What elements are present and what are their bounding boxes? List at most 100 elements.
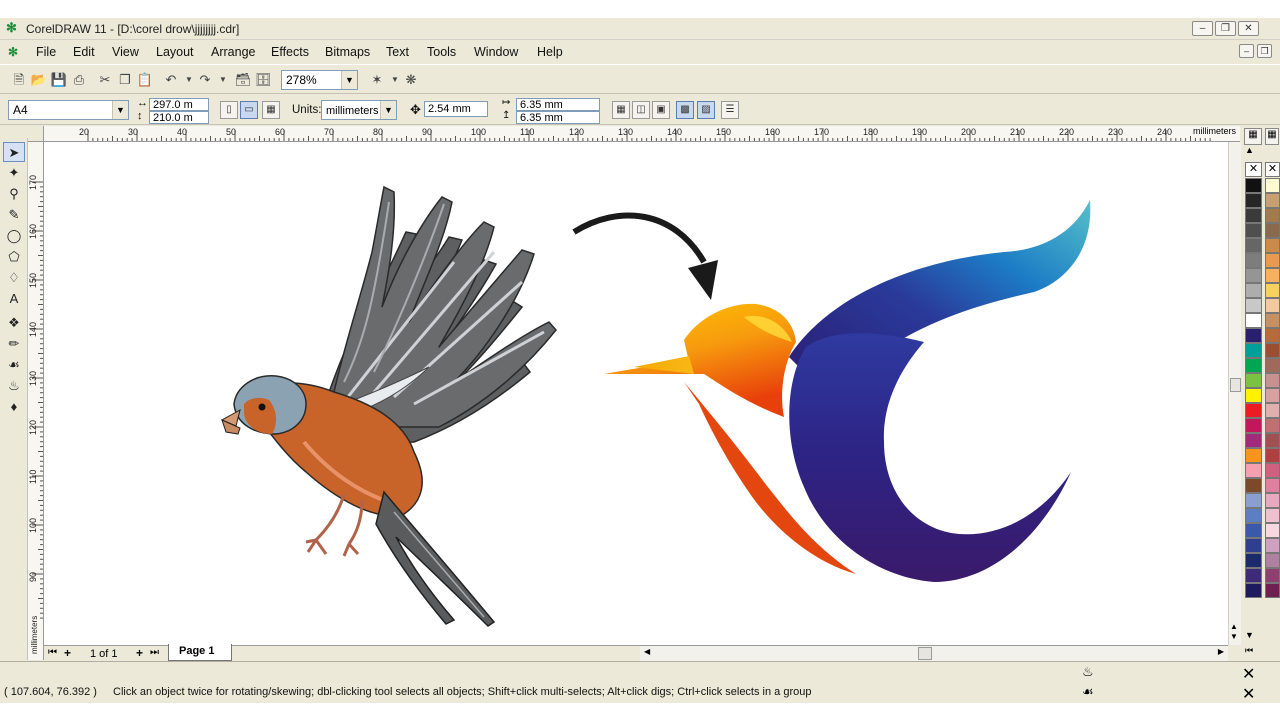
color-swatch[interactable]	[1265, 583, 1280, 598]
close-button[interactable]: ✕	[1238, 21, 1259, 36]
horizontal-scrollbar[interactable]: ◀ ▶	[640, 645, 1228, 661]
vertical-scroll-thumb[interactable]	[1230, 378, 1241, 392]
snap-to-objects-icon[interactable]: ▣	[652, 101, 670, 119]
color-swatch[interactable]	[1265, 403, 1280, 418]
zoom-tool-icon[interactable]: ⚲	[3, 184, 25, 204]
color-swatch[interactable]	[1245, 583, 1262, 598]
color-swatch[interactable]	[1245, 403, 1262, 418]
menu-layout[interactable]: Layout	[156, 45, 194, 59]
treat-as-filled-icon[interactable]: ▩	[676, 101, 694, 119]
color-swatch[interactable]	[1265, 358, 1280, 373]
menu-edit[interactable]: Edit	[73, 45, 95, 59]
document-icon[interactable]: ✻	[8, 45, 18, 59]
color-swatch[interactable]	[1265, 553, 1280, 568]
scroll-up-icon[interactable]: ▲	[1230, 622, 1238, 631]
menu-file[interactable]: File	[36, 45, 56, 59]
first-page-icon[interactable]: ⏮	[48, 647, 57, 658]
color-swatch[interactable]	[1245, 418, 1262, 433]
interactive-blend-tool-icon[interactable]: ❖	[3, 313, 25, 333]
color-swatch[interactable]	[1245, 508, 1262, 523]
pick-tool-icon[interactable]: ➤	[3, 142, 25, 162]
color-swatch[interactable]	[1245, 493, 1262, 508]
shape-tool-icon[interactable]: ✦	[3, 163, 25, 183]
doc-minimize-button[interactable]: –	[1239, 44, 1254, 58]
redo-dropdown-icon[interactable]: ▼	[214, 71, 232, 89]
scroll-right-icon[interactable]: ▶	[1218, 647, 1224, 656]
color-swatch[interactable]	[1265, 433, 1280, 448]
paper-size-combo[interactable]: A4 ▼	[8, 100, 129, 120]
page-layout-icon[interactable]: ▦	[262, 101, 280, 119]
drawing-canvas[interactable]	[44, 142, 1228, 645]
color-swatch[interactable]	[1265, 523, 1280, 538]
horizontal-scroll-thumb[interactable]	[918, 647, 932, 660]
menu-arrange[interactable]: Arrange	[211, 45, 255, 59]
polygon-tool-icon[interactable]: ⬠	[3, 247, 25, 267]
options-icon[interactable]: ☰	[721, 101, 739, 119]
add-page-after-icon[interactable]: +	[136, 646, 143, 660]
color-swatch[interactable]	[1265, 313, 1280, 328]
basic-shapes-tool-icon[interactable]: ♢	[3, 268, 25, 288]
add-page-before-icon[interactable]: +	[64, 646, 71, 660]
ellipse-tool-icon[interactable]: ◯	[3, 226, 25, 246]
menu-bitmaps[interactable]: Bitmaps	[325, 45, 370, 59]
application-launcher-icon[interactable]: ✶	[368, 71, 386, 89]
color-swatch[interactable]	[1265, 568, 1280, 583]
color-swatch[interactable]	[1265, 463, 1280, 478]
horizontal-ruler[interactable]: 20 30 40 50 60 70 80 90 100 110 120 130 140 150 160 170…	[44, 126, 1240, 142]
text-tool-icon[interactable]: A	[3, 289, 25, 309]
logo-bird-graphic[interactable]	[604, 200, 1091, 582]
color-swatch[interactable]	[1265, 538, 1280, 553]
color-swatch[interactable]	[1245, 208, 1262, 223]
sketch-bird-illustration[interactable]	[220, 185, 557, 627]
portrait-button[interactable]: ▯	[220, 101, 238, 119]
print-icon[interactable]: ⎙	[70, 71, 88, 89]
fill-tool-icon[interactable]: ♨	[3, 376, 25, 396]
nudge-offset-field[interactable]: 2.54 mm	[424, 101, 488, 117]
outline-indicator-icon[interactable]: ☙	[1082, 684, 1094, 700]
vertical-scrollbar[interactable]: ▲ ▼	[1228, 142, 1241, 645]
doc-restore-button[interactable]: ❐	[1257, 44, 1272, 58]
color-swatch[interactable]	[1245, 388, 1262, 403]
landscape-button[interactable]: ▭	[240, 101, 258, 119]
color-swatch[interactable]	[1265, 283, 1280, 298]
color-swatch[interactable]	[1245, 358, 1262, 373]
no-fill-swatch-2[interactable]: ✕	[1265, 162, 1280, 177]
color-swatch[interactable]	[1245, 343, 1262, 358]
color-swatch[interactable]	[1265, 328, 1280, 343]
color-swatch[interactable]	[1265, 208, 1280, 223]
page-tab[interactable]: Page 1	[168, 644, 232, 661]
color-swatch[interactable]	[1245, 178, 1262, 193]
chevron-down-icon[interactable]: ▼	[341, 71, 357, 89]
ruler-origin[interactable]	[28, 126, 44, 142]
color-swatch[interactable]	[1245, 268, 1262, 283]
page-height-field[interactable]: 210.0 m	[149, 111, 209, 124]
color-swatch[interactable]	[1265, 388, 1280, 403]
redo-icon[interactable]: ↷	[196, 71, 214, 89]
menu-tools[interactable]: Tools	[427, 45, 456, 59]
palette-scroll-down-icon[interactable]: ▼	[1245, 630, 1254, 640]
color-swatch[interactable]	[1245, 223, 1262, 238]
color-swatch[interactable]	[1245, 313, 1262, 328]
color-swatch[interactable]	[1265, 418, 1280, 433]
color-swatch[interactable]	[1265, 268, 1280, 283]
scroll-left-icon[interactable]: ◀	[644, 647, 650, 656]
restore-button[interactable]: ❐	[1215, 21, 1236, 36]
freehand-tool-icon[interactable]: ✎	[3, 205, 25, 225]
color-swatch[interactable]	[1245, 253, 1262, 268]
paste-icon[interactable]: 📋	[136, 71, 154, 89]
interactive-fill-tool-icon[interactable]: ♦	[3, 397, 25, 417]
zoom-level-combo[interactable]: 278% ▼	[281, 70, 358, 90]
units-combo[interactable]: millimeters ▼	[321, 100, 397, 120]
palette-scroll-up-icon[interactable]: ▲	[1245, 145, 1254, 155]
color-swatch[interactable]	[1245, 373, 1262, 388]
color-swatch[interactable]	[1265, 298, 1280, 313]
no-fill-swatch[interactable]: ✕	[1245, 162, 1262, 177]
color-swatch[interactable]	[1265, 223, 1280, 238]
menu-window[interactable]: Window	[474, 45, 518, 59]
color-swatch[interactable]	[1245, 478, 1262, 493]
color-swatch[interactable]	[1265, 343, 1280, 358]
vertical-ruler[interactable]: 170 160 150 140 130 120 110 100 90 millimeters	[28, 142, 44, 660]
color-swatch[interactable]	[1265, 253, 1280, 268]
color-swatch[interactable]	[1245, 463, 1262, 478]
draw-fill-icon[interactable]: ▨	[697, 101, 715, 119]
